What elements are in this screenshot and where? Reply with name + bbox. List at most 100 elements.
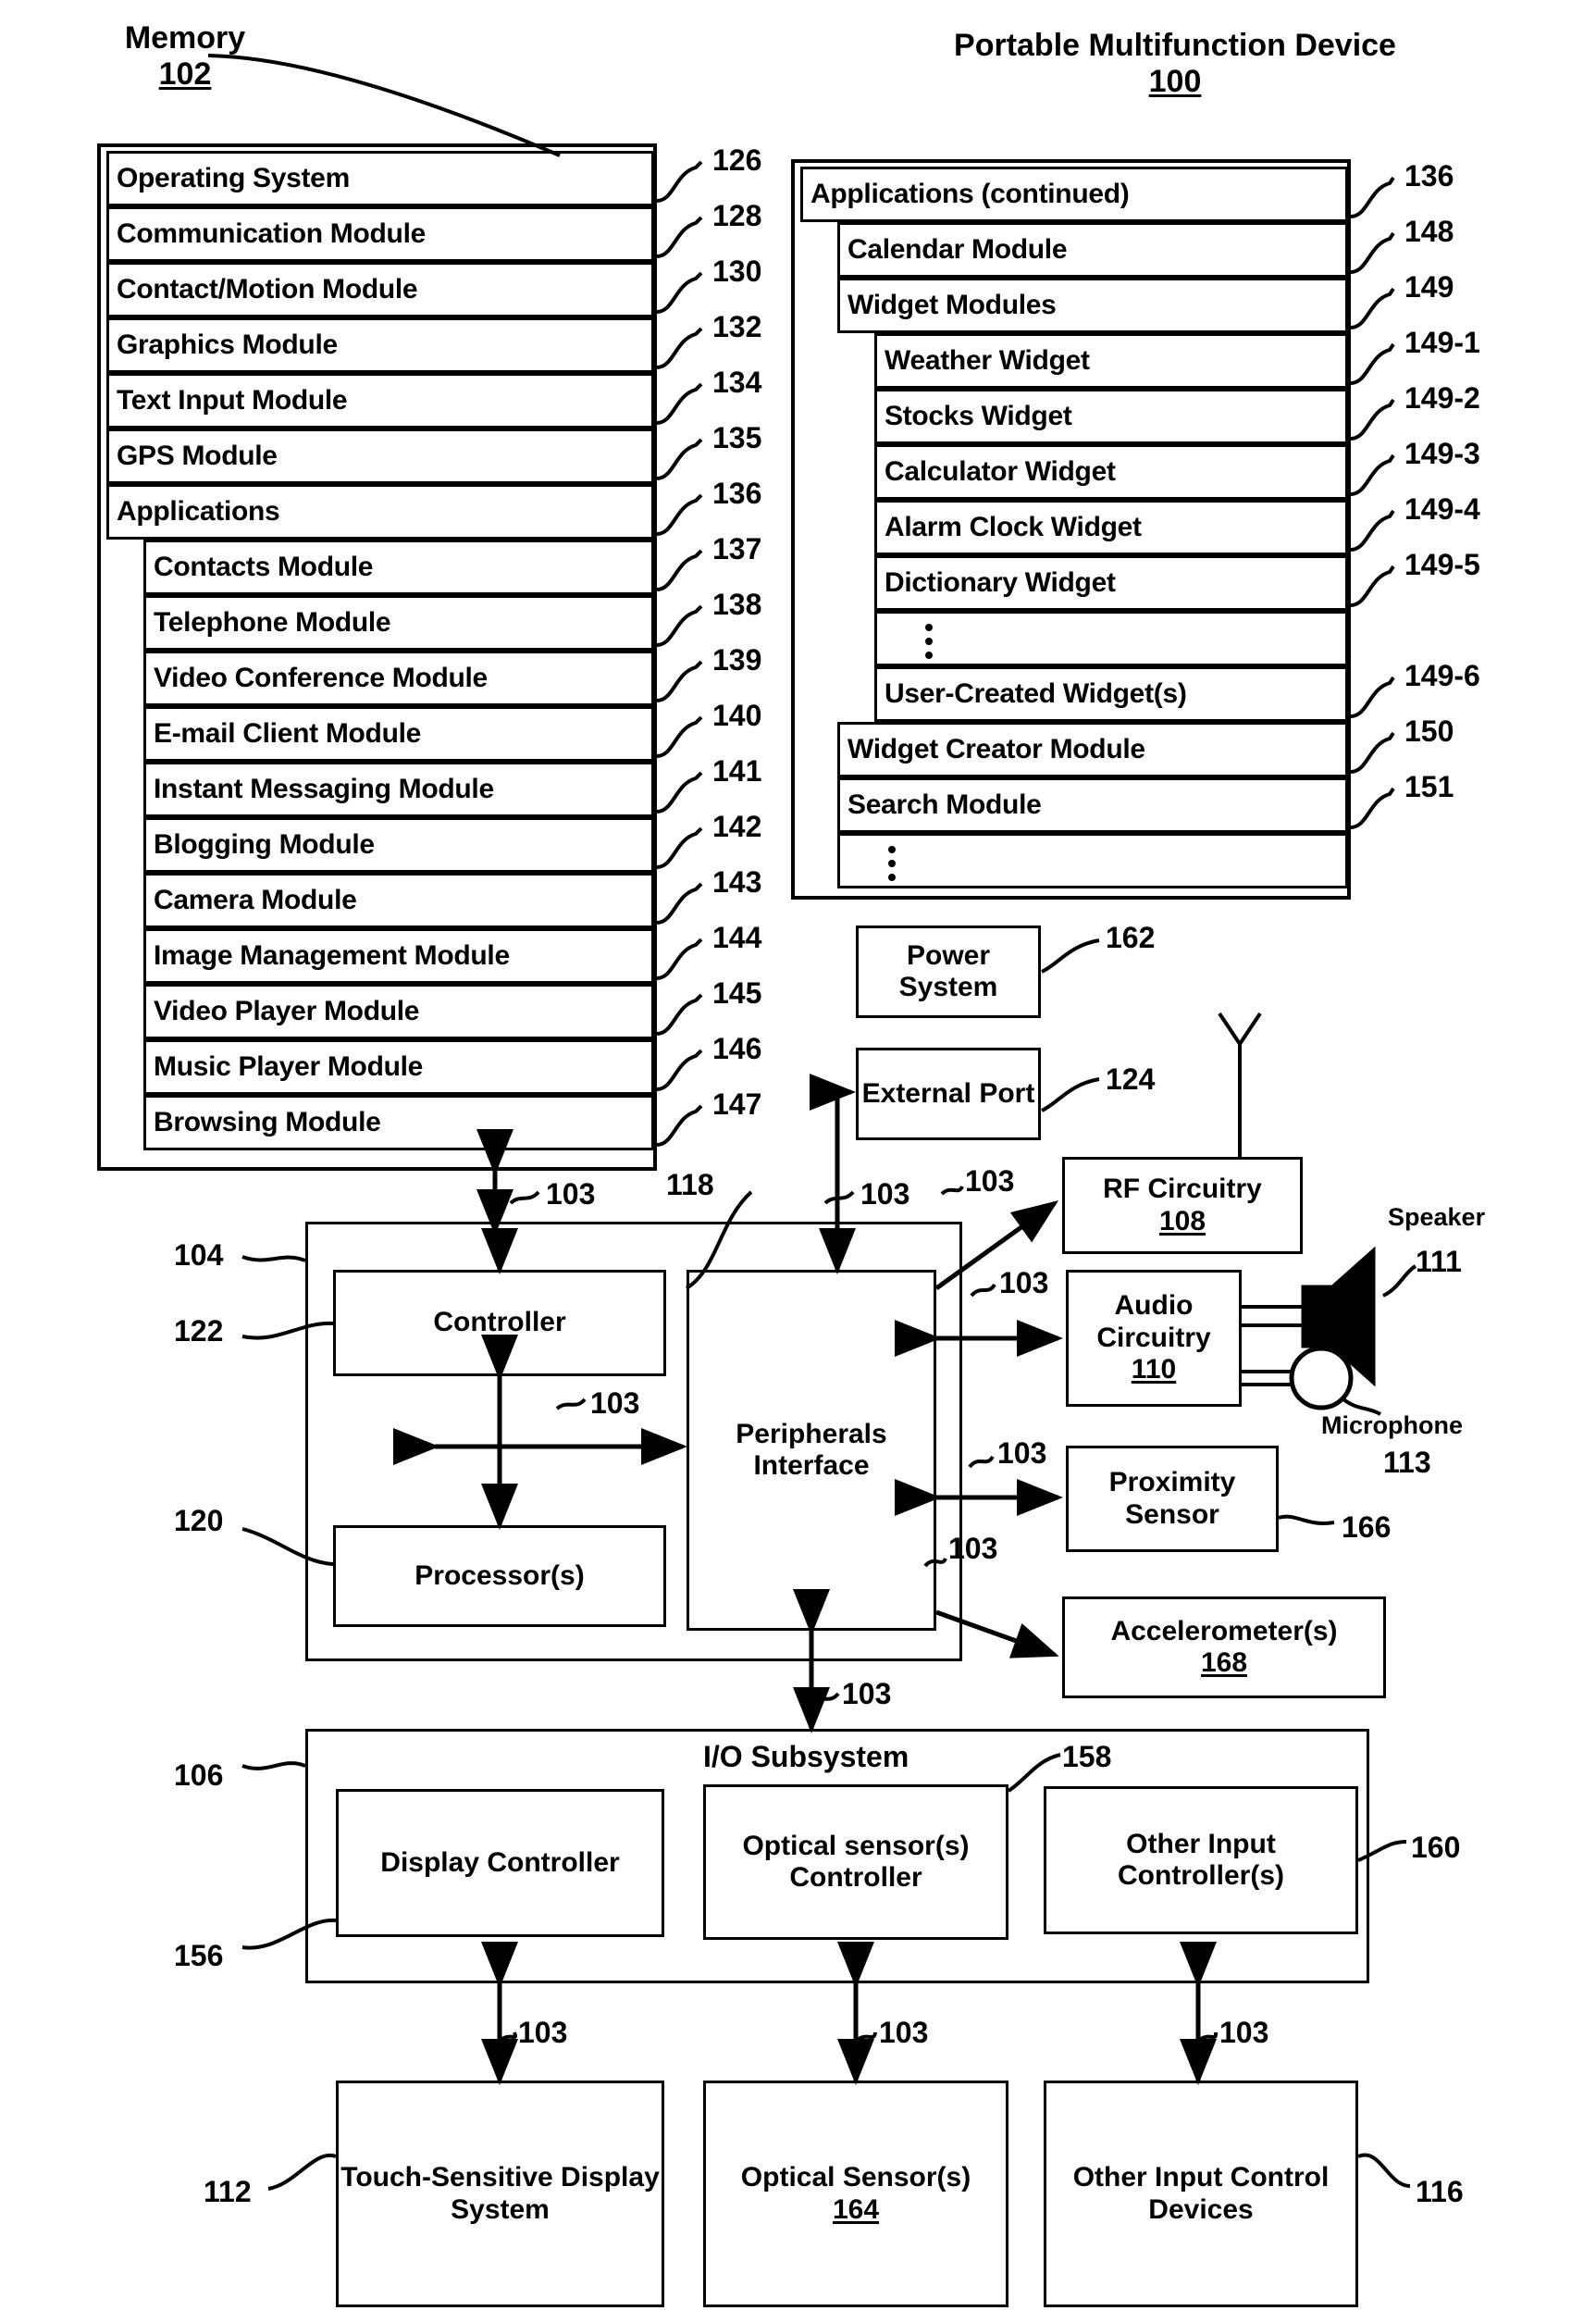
reference-number-150: 150 bbox=[1404, 714, 1454, 748]
module-label: Video Conference Module bbox=[154, 663, 488, 693]
ref-122: 122 bbox=[174, 1314, 224, 1348]
module-label: User-Created Widget(s) bbox=[885, 678, 1187, 709]
reference-number-142: 142 bbox=[712, 810, 762, 843]
other-input-controller-label: Other Input Controller(s) bbox=[1118, 1828, 1284, 1892]
controller-label: Controller bbox=[433, 1307, 566, 1338]
module-label: Camera Module bbox=[154, 885, 357, 915]
module-label: Contacts Module bbox=[154, 552, 374, 582]
module-row: Applications bbox=[106, 484, 654, 540]
bus-label-103-f: 103 bbox=[997, 1436, 1047, 1470]
reference-number-137: 137 bbox=[712, 532, 762, 565]
reference-number-149-2: 149-2 bbox=[1404, 381, 1480, 415]
ref-116: 116 bbox=[1416, 2175, 1464, 2208]
module-row: Communication Module bbox=[106, 206, 654, 262]
reference-number-136: 136 bbox=[712, 477, 762, 510]
module-label: Operating System bbox=[117, 163, 350, 193]
reference-number-149: 149 bbox=[1404, 270, 1454, 304]
reference-number-132: 132 bbox=[712, 310, 762, 343]
ref-112: 112 bbox=[204, 2175, 252, 2208]
rf-circuitry-ref: 108 bbox=[1158, 1205, 1206, 1236]
ref-113: 113 bbox=[1383, 1446, 1431, 1479]
reference-number-136: 136 bbox=[1404, 159, 1454, 193]
reference-number-149-6: 149-6 bbox=[1404, 659, 1480, 692]
reference-number-135: 135 bbox=[712, 421, 762, 454]
module-label: Browsing Module bbox=[154, 1107, 381, 1137]
optical-sensors-ref: 164 bbox=[832, 2193, 880, 2225]
module-label: Blogging Module bbox=[154, 829, 375, 860]
peripherals-interface-label: Peripherals Interface bbox=[736, 1418, 887, 1482]
audio-circuitry-block: Audio Circuitry 110 bbox=[1066, 1270, 1242, 1407]
module-row bbox=[874, 611, 1348, 666]
bus-label-103-i: 103 bbox=[518, 2016, 568, 2049]
optical-sensors-block: Optical Sensor(s) 164 bbox=[703, 2081, 1008, 2307]
module-row: Camera Module bbox=[143, 873, 654, 928]
module-row: GPS Module bbox=[106, 429, 654, 484]
bus-label-103-d: 103 bbox=[590, 1386, 640, 1420]
rf-circuitry-label: RF Circuitry bbox=[1103, 1174, 1262, 1204]
reference-number-146: 146 bbox=[712, 1032, 762, 1065]
ref-158: 158 bbox=[1062, 1740, 1112, 1773]
module-row: Graphics Module bbox=[106, 317, 654, 373]
reference-number-141: 141 bbox=[712, 754, 762, 788]
ref-162: 162 bbox=[1106, 921, 1156, 954]
module-row: Dictionary Widget bbox=[874, 555, 1348, 611]
module-row: Calculator Widget bbox=[874, 444, 1348, 500]
speaker-label: Speaker bbox=[1388, 1203, 1486, 1231]
proximity-sensor-block: Proximity Sensor bbox=[1066, 1446, 1279, 1552]
other-input-devices-block: Other Input Control Devices bbox=[1044, 2081, 1358, 2307]
proximity-sensor-label: Proximity Sensor bbox=[1108, 1467, 1236, 1530]
module-row: Video Player Module bbox=[143, 984, 654, 1039]
reference-number-147: 147 bbox=[712, 1087, 762, 1121]
accelerometers-block: Accelerometer(s) 168 bbox=[1062, 1596, 1386, 1698]
module-label: Contact/Motion Module bbox=[117, 274, 418, 304]
processors-label: Processor(s) bbox=[414, 1559, 585, 1591]
module-row: Widget Modules bbox=[837, 278, 1348, 333]
controller-block: Controller bbox=[333, 1270, 666, 1376]
module-row: Stocks Widget bbox=[874, 389, 1348, 444]
reference-number-130: 130 bbox=[712, 255, 762, 288]
module-label: GPS Module bbox=[117, 441, 278, 471]
display-controller-label: Display Controller bbox=[380, 1846, 620, 1878]
module-row: Calendar Module bbox=[837, 222, 1348, 278]
module-label: Telephone Module bbox=[154, 607, 391, 638]
ref-118: 118 bbox=[666, 1168, 714, 1201]
module-row: Telephone Module bbox=[143, 595, 654, 651]
module-row: Video Conference Module bbox=[143, 651, 654, 706]
module-row: Operating System bbox=[106, 151, 654, 206]
module-label: Instant Messaging Module bbox=[154, 774, 494, 804]
module-row: Search Module bbox=[837, 777, 1348, 833]
optical-sensors-label: Optical Sensor(s) bbox=[740, 2162, 971, 2193]
module-row bbox=[837, 833, 1348, 888]
module-label: Widget Creator Module bbox=[847, 734, 1145, 764]
reference-number-144: 144 bbox=[712, 921, 762, 954]
module-row: E-mail Client Module bbox=[143, 706, 654, 762]
module-label: Music Player Module bbox=[154, 1051, 424, 1082]
module-label: Stocks Widget bbox=[885, 401, 1072, 431]
ref-166: 166 bbox=[1342, 1510, 1392, 1544]
display-controller-block: Display Controller bbox=[336, 1789, 664, 1937]
module-row: Text Input Module bbox=[106, 373, 654, 429]
module-label: Text Input Module bbox=[117, 385, 348, 416]
bus-label-103-b: 103 bbox=[860, 1177, 910, 1211]
reference-number-128: 128 bbox=[712, 199, 762, 232]
patent-figure: Memory 102 Operating System 126 Communicat… bbox=[0, 0, 1596, 2323]
peripherals-interface-block: Peripherals Interface bbox=[687, 1270, 936, 1631]
other-input-controller-block: Other Input Controller(s) bbox=[1044, 1786, 1358, 1934]
reference-number-126: 126 bbox=[712, 143, 762, 177]
module-label: Search Module bbox=[847, 789, 1042, 820]
module-row: Alarm Clock Widget bbox=[874, 500, 1348, 555]
external-port-label: External Port bbox=[861, 1077, 1035, 1109]
audio-circuitry-label: Audio Circuitry bbox=[1096, 1290, 1211, 1353]
bus-label-103-e: 103 bbox=[999, 1266, 1049, 1299]
reference-number-145: 145 bbox=[712, 976, 762, 1010]
module-label: Communication Module bbox=[117, 218, 426, 249]
module-label: Image Management Module bbox=[154, 940, 510, 971]
module-row: Blogging Module bbox=[143, 817, 654, 873]
reference-number-138: 138 bbox=[712, 588, 762, 621]
module-row: Applications (continued) bbox=[800, 167, 1348, 222]
module-label: Dictionary Widget bbox=[885, 567, 1116, 598]
reference-number-151: 151 bbox=[1404, 770, 1454, 803]
module-row: Weather Widget bbox=[874, 333, 1348, 389]
module-row: Contacts Module bbox=[143, 540, 654, 595]
module-label: Applications (continued) bbox=[810, 179, 1130, 209]
